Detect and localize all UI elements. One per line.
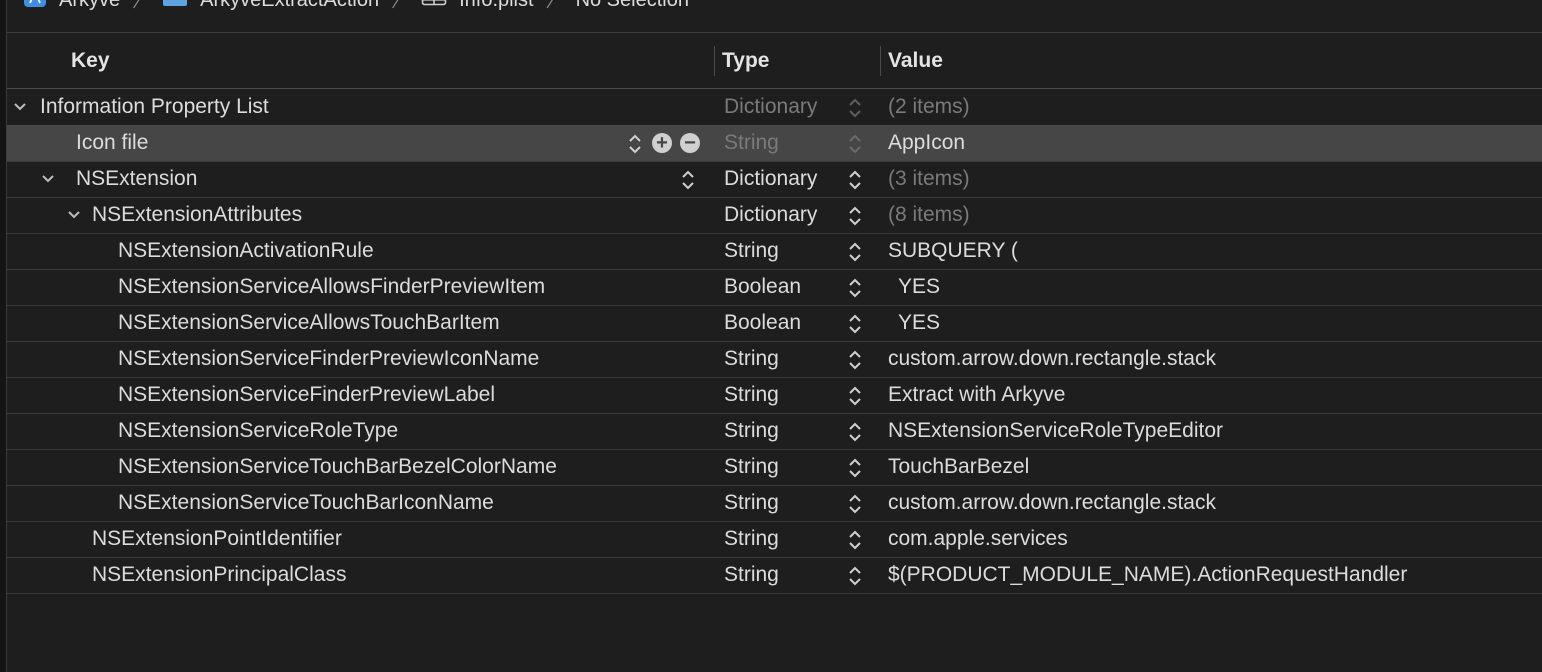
breadcrumb-label: No Selection <box>576 0 689 12</box>
type-stepper-icon[interactable] <box>847 383 863 409</box>
row-value[interactable]: YES <box>898 311 940 335</box>
table-row[interactable]: NSExtensionAttributes Dictionary (8 item… <box>7 197 1542 234</box>
table-row[interactable]: NSExtensionServiceTouchBarBezelColorName… <box>7 449 1542 486</box>
type-stepper-icon[interactable] <box>847 527 863 553</box>
row-type[interactable]: String <box>724 455 779 479</box>
row-value[interactable]: com.apple.services <box>888 527 1068 551</box>
row-value[interactable]: $(PRODUCT_MODULE_NAME).ActionRequestHand… <box>888 563 1407 587</box>
row-type[interactable]: Dictionary <box>724 203 817 227</box>
table-row[interactable]: NSExtensionServiceTouchBarIconName Strin… <box>7 485 1542 522</box>
row-type[interactable]: String <box>724 527 779 551</box>
row-type[interactable]: String <box>724 347 779 371</box>
row-key[interactable]: NSExtensionPrincipalClass <box>92 563 346 587</box>
type-stepper-icon[interactable] <box>847 275 863 301</box>
row-value[interactable]: SUBQUERY ( <box>888 239 1018 263</box>
table-row[interactable]: NSExtension Dictionary (3 items) <box>7 161 1542 198</box>
type-stepper-icon[interactable] <box>847 455 863 481</box>
type-stepper-icon[interactable] <box>847 203 863 229</box>
breadcrumb-item-target[interactable]: ArkyveExtractAction <box>162 0 379 13</box>
table-row[interactable]: NSExtensionServiceAllowsFinderPreviewIte… <box>7 269 1542 306</box>
row-value: (2 items) <box>888 95 970 118</box>
row-key[interactable]: NSExtensionServiceFinderPreviewIconName <box>118 347 539 371</box>
plist-table-icon <box>421 0 447 13</box>
row-key: Information Property List <box>40 95 269 118</box>
folder-icon <box>162 0 188 13</box>
breadcrumb-item-selection[interactable]: No Selection <box>576 0 689 12</box>
table-row[interactable]: NSExtensionPrincipalClass String $(PRODU… <box>7 557 1542 594</box>
type-stepper-icon[interactable] <box>847 419 863 445</box>
row-key[interactable]: NSExtensionServiceAllowsTouchBarItem <box>118 311 500 335</box>
table-row[interactable]: NSExtensionServiceAllowsTouchBarItem Boo… <box>7 305 1542 342</box>
type-stepper-icon[interactable] <box>847 311 863 337</box>
row-type[interactable]: Dictionary <box>724 167 817 191</box>
type-stepper-icon[interactable] <box>847 131 863 157</box>
type-stepper-icon[interactable] <box>847 491 863 517</box>
row-value[interactable]: custom.arrow.down.rectangle.stack <box>888 491 1216 515</box>
key-stepper-icon[interactable] <box>627 131 643 157</box>
breadcrumb: Arkyve 〉 ArkyveExtractAction 〉 Info.plis… <box>7 0 1542 16</box>
table-row[interactable]: NSExtensionServiceFinderPreviewLabel Str… <box>7 377 1542 414</box>
disclosure-triangle-icon[interactable] <box>39 167 57 189</box>
chevron-right-icon: 〉 <box>545 0 564 11</box>
row-value[interactable]: YES <box>898 275 940 299</box>
breadcrumb-item-project[interactable]: Arkyve <box>23 0 120 14</box>
breadcrumb-label: ArkyveExtractAction <box>200 0 379 12</box>
type-stepper-icon[interactable] <box>847 563 863 589</box>
xcode-project-icon <box>23 0 47 14</box>
row-key[interactable]: Icon file <box>76 131 148 155</box>
row-key[interactable]: NSExtensionServiceRoleType <box>118 419 398 443</box>
row-key[interactable]: NSExtensionServiceTouchBarIconName <box>118 491 494 515</box>
row-type[interactable]: String <box>724 239 779 263</box>
breadcrumb-item-file[interactable]: Info.plist <box>421 0 534 13</box>
type-stepper-icon[interactable] <box>847 347 863 373</box>
row-value: (3 items) <box>888 167 970 190</box>
breadcrumb-label: Arkyve <box>59 0 120 12</box>
row-type[interactable]: String <box>724 131 779 155</box>
row-key[interactable]: NSExtension <box>76 167 197 191</box>
chevron-right-icon: 〉 <box>132 0 151 11</box>
row-value: (8 items) <box>888 203 970 226</box>
type-stepper-icon[interactable] <box>847 239 863 265</box>
breadcrumb-label: Info.plist <box>459 0 533 12</box>
row-type[interactable]: String <box>724 383 779 407</box>
plist-header: Key Type Value <box>7 34 1542 88</box>
table-row[interactable]: NSExtensionPointIdentifier String com.ap… <box>7 521 1542 558</box>
table-row[interactable]: Icon file + − String AppIcon <box>7 125 1542 162</box>
table-row[interactable]: NSExtensionActivationRule String SUBQUER… <box>7 233 1542 270</box>
add-row-icon[interactable]: + <box>652 133 672 153</box>
row-value[interactable]: AppIcon <box>888 131 965 155</box>
row-key[interactable]: NSExtensionPointIdentifier <box>92 527 342 551</box>
table-row[interactable]: Information Property List Dictionary (2 … <box>7 89 1542 126</box>
table-row[interactable]: NSExtensionServiceRoleType String NSExte… <box>7 413 1542 450</box>
disclosure-triangle-icon[interactable] <box>11 95 29 117</box>
column-header-key[interactable]: Key <box>71 49 110 73</box>
row-value[interactable]: TouchBarBezel <box>888 455 1029 479</box>
row-value[interactable]: NSExtensionServiceRoleTypeEditor <box>888 419 1223 443</box>
row-type: Dictionary <box>724 95 818 118</box>
key-stepper-icon[interactable] <box>680 167 696 193</box>
table-row[interactable]: NSExtensionServiceFinderPreviewIconName … <box>7 341 1542 378</box>
column-divider[interactable] <box>714 46 715 76</box>
row-key[interactable]: NSExtensionAttributes <box>92 203 302 227</box>
remove-row-icon[interactable]: − <box>680 133 700 153</box>
row-key[interactable]: NSExtensionActivationRule <box>118 239 374 263</box>
row-type[interactable]: String <box>724 419 779 443</box>
row-value[interactable]: Extract with Arkyve <box>888 383 1065 407</box>
column-header-value[interactable]: Value <box>888 49 943 73</box>
column-divider[interactable] <box>880 46 881 76</box>
row-type[interactable]: String <box>724 491 779 515</box>
row-key[interactable]: NSExtensionServiceTouchBarBezelColorName <box>118 455 557 479</box>
breadcrumb-divider <box>7 32 1542 33</box>
column-header-type[interactable]: Type <box>722 49 769 73</box>
row-type[interactable]: Boolean <box>724 311 801 335</box>
type-stepper-icon[interactable] <box>847 167 863 193</box>
row-value[interactable]: custom.arrow.down.rectangle.stack <box>888 347 1216 371</box>
type-stepper-icon <box>849 98 861 118</box>
row-type[interactable]: String <box>724 563 779 587</box>
chevron-right-icon: 〉 <box>391 0 410 11</box>
row-key[interactable]: NSExtensionServiceAllowsFinderPreviewIte… <box>118 275 545 299</box>
row-key[interactable]: NSExtensionServiceFinderPreviewLabel <box>118 383 495 407</box>
disclosure-triangle-icon[interactable] <box>65 203 83 225</box>
row-type[interactable]: Boolean <box>724 275 801 299</box>
